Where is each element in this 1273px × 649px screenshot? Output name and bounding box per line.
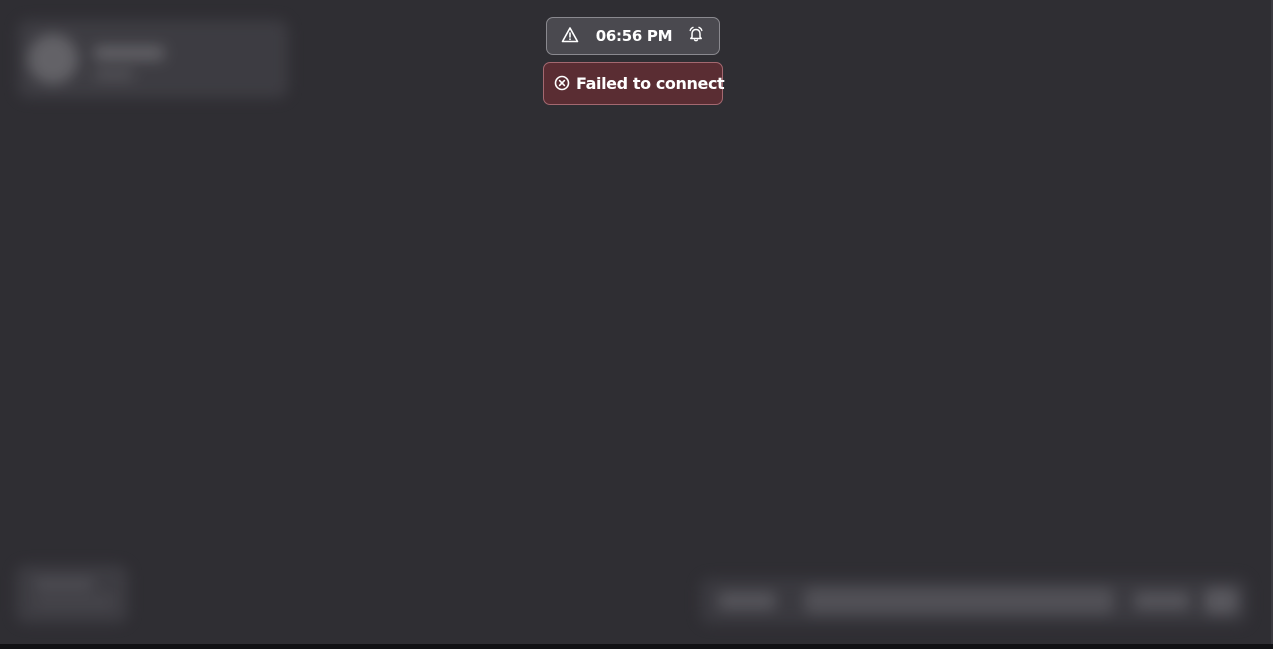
blurred-toolbar-button [718, 592, 776, 610]
alarm-clock-icon[interactable] [687, 25, 705, 43]
blurred-profile-subtitle [94, 70, 134, 80]
error-message: Failed to connect [576, 74, 725, 93]
error-circle-x-icon [554, 75, 570, 91]
lock-screen: 06:56 PM Failed to connect [0, 0, 1273, 649]
window-edge [0, 644, 1273, 649]
status-pill: 06:56 PM [546, 17, 720, 55]
error-toast: Failed to connect [543, 62, 725, 105]
clock-time: 06:56 PM [595, 27, 673, 45]
blurred-toolbar-input [804, 588, 1114, 614]
blurred-profile-name [94, 46, 164, 60]
avatar [28, 34, 78, 84]
blurred-profile-card [18, 20, 288, 98]
blurred-bottom-left-widget [16, 565, 128, 623]
blurred-bottom-toolbar [700, 578, 1248, 624]
blurred-toolbar-button [1204, 588, 1238, 614]
warning-triangle-icon [561, 27, 579, 43]
blurred-widget-line [34, 597, 114, 607]
blurred-widget-line [34, 579, 94, 589]
blurred-toolbar-button [1134, 592, 1190, 610]
